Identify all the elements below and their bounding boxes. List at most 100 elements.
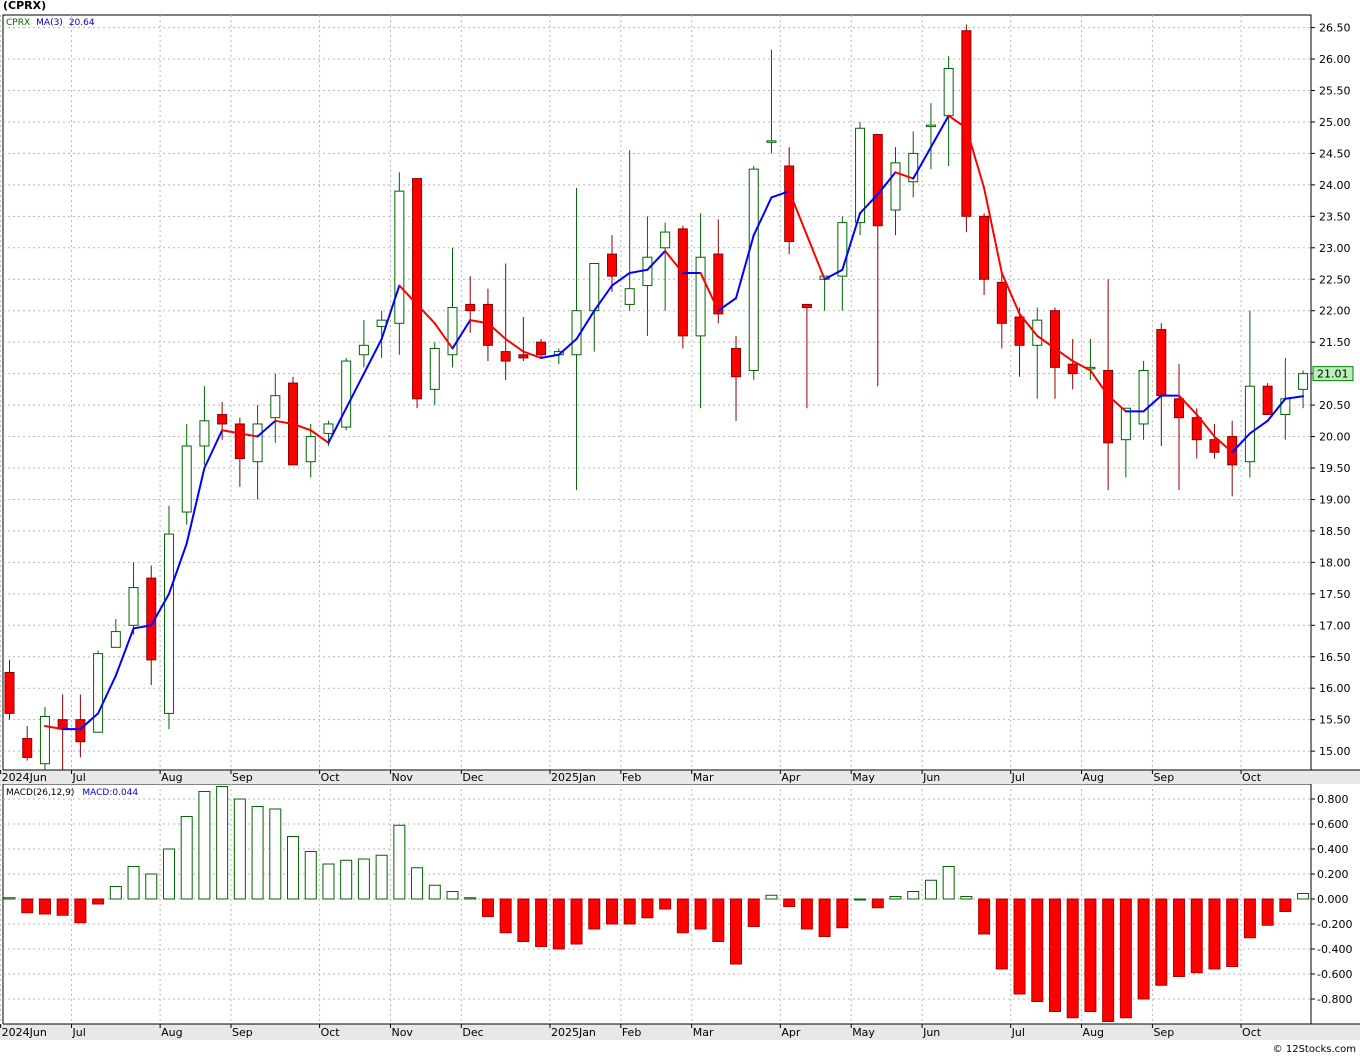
macd-bar-negative — [1226, 898, 1239, 967]
macd-bar-negative — [1102, 898, 1115, 1022]
macd-bar-positive — [428, 884, 441, 900]
candle-body-up — [890, 162, 901, 211]
macd-bar-negative — [694, 898, 707, 930]
macd-tick-label: 0.200 — [1317, 868, 1349, 881]
macd-bar-negative — [1190, 898, 1203, 974]
candle-body-up — [624, 288, 635, 305]
candle-body-down — [1209, 439, 1220, 453]
macd-tick-label: 0.800 — [1317, 793, 1349, 806]
candle-body-up — [181, 445, 192, 513]
macd-bar-negative — [570, 898, 583, 945]
macd-bar-negative — [712, 898, 725, 942]
candle-body-down — [784, 165, 795, 242]
macd-bar-positive — [251, 806, 264, 900]
macd-bar-negative — [800, 898, 813, 930]
candle — [855, 121, 866, 236]
candle — [677, 225, 688, 349]
macd-bar-positive — [357, 858, 370, 900]
price-tick-label: 20.00 — [1319, 431, 1351, 444]
x-tick-label: 2024Jun — [2, 1026, 47, 1039]
macd-bar-positive — [109, 886, 122, 900]
macd-bar-positive — [960, 896, 973, 900]
price-tick-label: 16.50 — [1319, 651, 1351, 664]
price-tick-label: 15.00 — [1319, 745, 1351, 758]
macd-legend-value: MACD:0.044 — [82, 788, 138, 798]
candle-body-up — [589, 263, 600, 312]
macd-bar-negative — [552, 898, 565, 950]
macd-bar-positive — [907, 891, 920, 900]
candle-body-down — [1174, 398, 1185, 419]
price-tick-label: 22.00 — [1319, 305, 1351, 318]
candle-body-up — [394, 190, 405, 324]
candle — [748, 166, 759, 380]
macd-bar-positive — [3, 897, 16, 900]
candle-body-up — [1244, 385, 1255, 463]
macd-bar-positive — [180, 816, 193, 900]
macd-bar-negative — [978, 898, 991, 935]
candle-body-down — [961, 30, 972, 217]
x-tick-label: Sep — [232, 1026, 253, 1039]
x-tick-label: Nov — [391, 771, 413, 784]
x-tick-label: Feb — [622, 771, 641, 784]
x-tick-label: Jul — [1011, 771, 1025, 784]
macd-bar-negative — [1066, 898, 1079, 1019]
macd-bar-negative — [1119, 898, 1132, 1019]
macd-bar-negative — [1208, 898, 1221, 970]
legend-symbol: CPRX — [6, 18, 30, 28]
candle-body-down — [1067, 363, 1078, 375]
price-tick-label: 21.50 — [1319, 336, 1351, 349]
macd-bar-positive — [765, 894, 778, 900]
price-tick-label: 24.50 — [1319, 147, 1351, 160]
x-tick-label: Oct — [321, 771, 341, 784]
price-tick-label: 20.50 — [1319, 399, 1351, 412]
candle-body-up — [199, 420, 210, 447]
macd-bar-negative — [1155, 898, 1168, 986]
price-tick-label: 25.00 — [1319, 116, 1351, 129]
x-tick-label: Sep — [232, 771, 253, 784]
macd-bar-negative — [641, 898, 654, 919]
candle-body-down — [465, 303, 476, 312]
candle-body-down — [22, 738, 33, 758]
stock-chart: 2024Jun 2024Jun Jul Jul Aug Aug Sep Sep Oct Oct No… — [0, 14, 1360, 1040]
candle-body-down — [979, 215, 990, 280]
legend-ma-value: 20.64 — [69, 18, 95, 28]
candle-body-down — [996, 281, 1007, 324]
macd-bar-negative — [588, 898, 601, 930]
x-tick-label: May — [852, 771, 875, 784]
macd-tick-label: 0.400 — [1317, 843, 1349, 856]
candle-body-up — [358, 344, 369, 356]
macd-bar-positive — [322, 863, 335, 900]
candle-body-down — [217, 414, 228, 425]
candle-body-down — [536, 341, 547, 356]
candle-body-down — [731, 347, 742, 378]
candle-body-down — [234, 423, 245, 460]
macd-bar-positive — [411, 867, 424, 900]
macd-tick-label: -0.400 — [1317, 943, 1352, 956]
candle-body-up — [1298, 373, 1309, 390]
macd-bar-negative — [38, 898, 51, 915]
candle-body-down — [1262, 385, 1273, 416]
candle-body-down — [75, 719, 86, 743]
x-tick-label: Jun — [922, 1026, 940, 1039]
price-tick-label: 15.50 — [1319, 714, 1351, 727]
last-price-label: 21.01 — [1317, 368, 1349, 381]
macd-bar-negative — [1013, 898, 1026, 995]
macd-bar-negative — [1243, 898, 1256, 939]
price-tick-label: 22.50 — [1319, 273, 1351, 286]
x-tick-label: Aug — [1083, 1026, 1104, 1039]
macd-bar-negative — [730, 898, 743, 965]
macd-bar-negative — [1048, 898, 1061, 1012]
macd-bar-positive — [145, 873, 158, 900]
macd-bar-positive — [942, 866, 955, 900]
price-tick-label: 17.50 — [1319, 588, 1351, 601]
x-tick-label: Oct — [1242, 1026, 1262, 1039]
macd-bar-positive — [162, 848, 175, 900]
macd-bar-negative — [74, 898, 87, 924]
candle-body-up — [93, 653, 104, 733]
x-tick-label: Oct — [321, 1026, 341, 1039]
macd-tick-label: 0.600 — [1317, 818, 1349, 831]
candle-body-down — [1156, 329, 1167, 397]
candle-body-up — [1120, 407, 1131, 441]
candle-body-up — [943, 67, 954, 117]
candle-body-down — [677, 228, 688, 337]
